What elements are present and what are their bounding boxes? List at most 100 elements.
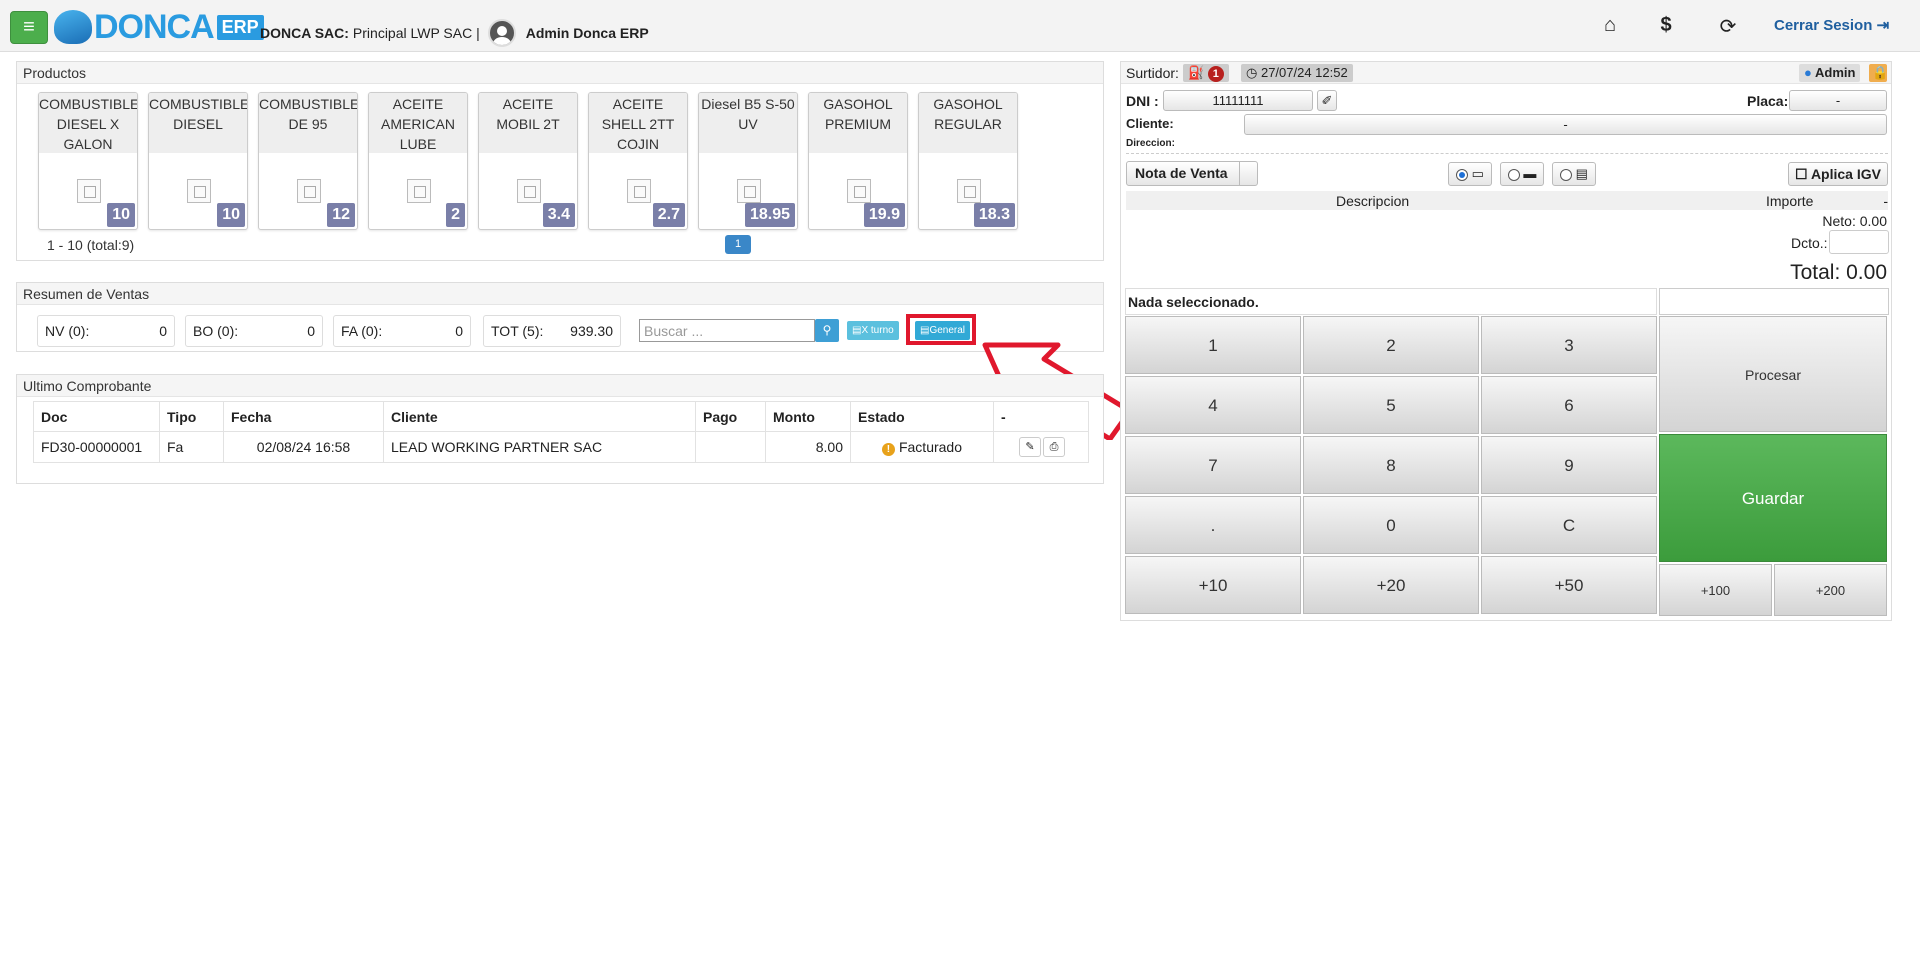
cliente-input[interactable]: - [1244,114,1887,135]
guardar-button[interactable]: Guardar [1659,434,1887,562]
lock-icon[interactable]: 🔒 [1869,64,1888,82]
logout-label: Cerrar Sesion [1774,17,1873,34]
cash-icon: ▭ [1471,166,1484,181]
product-price: 12 [327,203,355,227]
product-price: 10 [107,203,135,227]
datetime-badge: ◷ 27/07/24 12:52 [1241,64,1353,82]
product-card[interactable]: COMBUSTIBLE DIESEL X GALON 10 [38,92,138,230]
key-3[interactable]: 3 [1481,316,1657,374]
edit-icon[interactable]: ✎ [1019,437,1041,457]
search-input[interactable]: Buscar ... [639,319,815,342]
product-card[interactable]: COMBUSTIBLE DIESEL 10 [148,92,248,230]
key-clear[interactable]: C [1481,496,1657,554]
page-button[interactable]: 1 [725,235,751,254]
surtidor-selector[interactable]: ⛽ 1 [1183,64,1229,82]
product-card[interactable]: GASOHOL REGULAR 18.3 [918,92,1018,230]
product-card[interactable]: ACEITE SHELL 2TT COJIN 2.7 [588,92,688,230]
quantity-input[interactable] [1659,288,1889,315]
key-plus50[interactable]: +50 [1481,556,1657,614]
last-receipt-panel: Ultimo Comprobante Doc Tipo Fecha Client… [16,374,1104,484]
key-dot[interactable]: . [1125,496,1301,554]
logo-text: DONCA [94,7,215,46]
divider [1126,153,1888,154]
procesar-button[interactable]: Procesar [1659,316,1887,432]
neto-value: Neto: 0.00 [1822,213,1887,229]
eraser-icon[interactable]: ✐ [1317,90,1337,111]
key-7[interactable]: 7 [1125,436,1301,494]
whale-logo-icon [54,10,92,44]
print-icon[interactable]: ⎙ [1043,437,1065,457]
datetime-value: 27/07/24 12:52 [1260,65,1348,80]
cell-cliente: LEAD WORKING PARTNER SAC [383,431,696,463]
key-plus20[interactable]: +20 [1303,556,1479,614]
logo: DONCA ERP [54,6,264,48]
key-4[interactable]: 4 [1125,376,1301,434]
warning-icon: ! [881,442,895,456]
cell-fecha: 02/08/24 16:58 [223,431,384,463]
col-monto: Monto [765,401,851,432]
key-1[interactable]: 1 [1125,316,1301,374]
logo-erp-badge: ERP [216,14,264,40]
dollar-icon[interactable]: $ [1654,14,1678,37]
search-icon[interactable]: ⚲ [815,319,839,342]
cell-pago [695,431,766,463]
lock-refresh-icon[interactable]: ⟳ [1716,14,1740,39]
fuel-pump-icon: ⛽ [1188,65,1205,80]
menu-toggle-button[interactable]: ≡ [10,11,48,44]
company-info: DONCA SAC: Principal LWP SAC | Admin Don… [260,19,649,47]
top-navbar: ≡ DONCA ERP DONCA SAC: Principal LWP SAC… [0,0,1920,52]
surtidor-label: Surtidor: [1126,65,1179,81]
aplica-igv-checkbox[interactable]: ☐ Aplica IGV [1788,162,1888,186]
product-image-icon [77,179,101,203]
product-image-icon [407,179,431,203]
key-plus200[interactable]: +200 [1774,564,1887,616]
home-icon[interactable]: ⌂ [1598,14,1622,37]
logout-link[interactable]: Cerrar Sesion ⇥ [1774,16,1889,34]
key-plus100[interactable]: +100 [1659,564,1772,616]
clock-icon: ◷ [1246,65,1258,80]
product-name: COMBUSTIBLE DE 95 [259,93,357,153]
product-card[interactable]: Diesel B5 S-50 UV 18.95 [698,92,798,230]
dni-label: DNI : [1126,93,1159,109]
dcto-input[interactable] [1829,230,1889,254]
product-image-icon [627,179,651,203]
product-name: GASOHOL REGULAR [919,93,1017,153]
placa-input[interactable]: - [1789,90,1887,111]
company-name: DONCA SAC: [260,25,349,41]
key-plus10[interactable]: +10 [1125,556,1301,614]
product-image-icon [847,179,871,203]
key-6[interactable]: 6 [1481,376,1657,434]
direccion-label: Direccion: [1126,138,1175,149]
x-turno-button[interactable]: ▤X turno [847,321,899,340]
selection-status: Nada seleccionado. [1125,288,1657,315]
keypad: 1 2 3 4 5 6 7 8 9 . 0 C +10 +20 +50 Proc… [1125,316,1889,616]
pay-visa-radio[interactable]: ▬ [1500,162,1544,186]
key-8[interactable]: 8 [1303,436,1479,494]
product-card[interactable]: GASOHOL PREMIUM 19.9 [808,92,908,230]
receipts-table: Doc Tipo Fecha Cliente Pago Monto Estado… [33,401,1089,463]
product-name: COMBUSTIBLE DIESEL X GALON [39,93,137,153]
product-price: 10 [217,203,245,227]
product-image-icon [517,179,541,203]
summary-label: BO (0): [193,323,239,339]
cliente-label: Cliente: [1126,116,1174,131]
total-value: Total: 0.00 [1790,261,1887,284]
admin-badge[interactable]: ● Admin [1799,64,1861,82]
logout-icon: ⇥ [1876,17,1890,34]
pay-cash-radio[interactable]: ▭ [1448,162,1492,186]
product-price: 2 [446,203,465,227]
key-0[interactable]: 0 [1303,496,1479,554]
product-card[interactable]: ACEITE MOBIL 2T 3.4 [478,92,578,230]
pay-card-radio[interactable]: ▤ [1552,162,1596,186]
col-tipo: Tipo [159,401,224,432]
key-5[interactable]: 5 [1303,376,1479,434]
doc-type-select[interactable]: Nota de Venta [1126,161,1258,186]
product-card[interactable]: ACEITE AMERICAN LUBE 2 [368,92,468,230]
key-2[interactable]: 2 [1303,316,1479,374]
product-card[interactable]: COMBUSTIBLE DE 95 12 [258,92,358,230]
col-importe: Importe [1766,193,1814,209]
dni-input[interactable]: 11111111 [1163,90,1313,111]
col-actions: - [993,401,1089,432]
key-9[interactable]: 9 [1481,436,1657,494]
summary-label: NV (0): [45,323,90,339]
